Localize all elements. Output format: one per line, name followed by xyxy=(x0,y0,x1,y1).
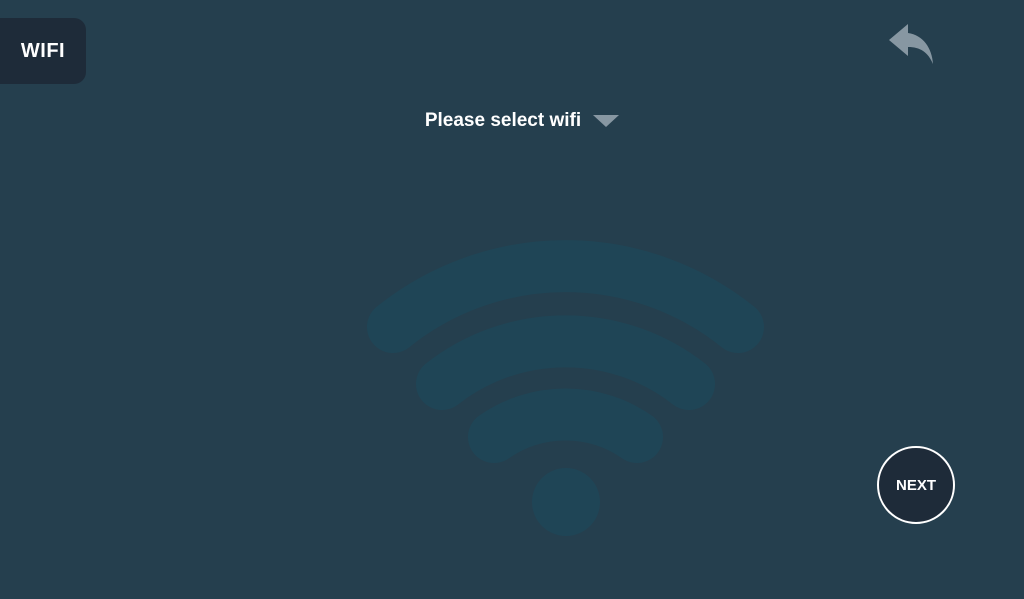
wifi-select-dropdown[interactable]: Please select wifi xyxy=(405,110,620,132)
wifi-select-row: Please select wifi xyxy=(0,110,1024,132)
back-button[interactable] xyxy=(884,20,936,68)
chevron-down-icon xyxy=(593,115,620,127)
next-button-label: NEXT xyxy=(895,476,936,494)
reply-arrow-icon xyxy=(889,24,933,64)
wifi-setup-screen: WIFI Please select wifi NEXT xyxy=(0,0,1024,599)
wifi-select-label: Please select wifi xyxy=(424,110,582,131)
wifi-signal-icon xyxy=(367,240,764,536)
wifi-tab-label: WIFI xyxy=(20,39,66,62)
next-button[interactable]: NEXT xyxy=(877,446,955,524)
wifi-tab[interactable]: WIFI xyxy=(0,18,86,84)
